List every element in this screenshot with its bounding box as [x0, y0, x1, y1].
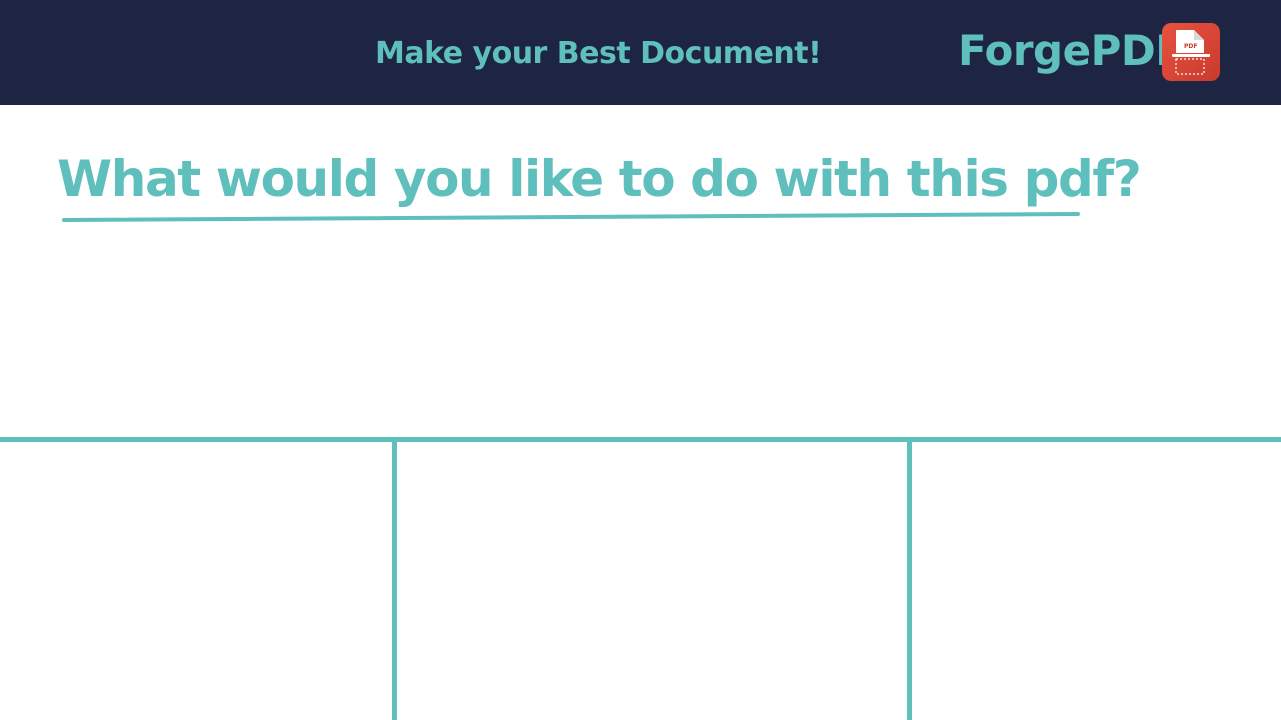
top-header: Make your Best Document! ForgePDF PDF [0, 0, 1281, 105]
brand-name[interactable]: ForgePDF [958, 26, 1184, 75]
option-panel-right[interactable] [912, 442, 1281, 720]
option-panel-middle[interactable] [397, 442, 907, 720]
pdf-file-icon[interactable]: PDF [1162, 23, 1220, 81]
header-tagline: Make your Best Document! [375, 36, 822, 71]
heading-underline [62, 210, 1082, 226]
option-panel-left[interactable] [0, 442, 392, 720]
page-question-heading: What would you like to do with this pdf? [57, 150, 1142, 208]
logo-label: PDF [1184, 43, 1197, 50]
